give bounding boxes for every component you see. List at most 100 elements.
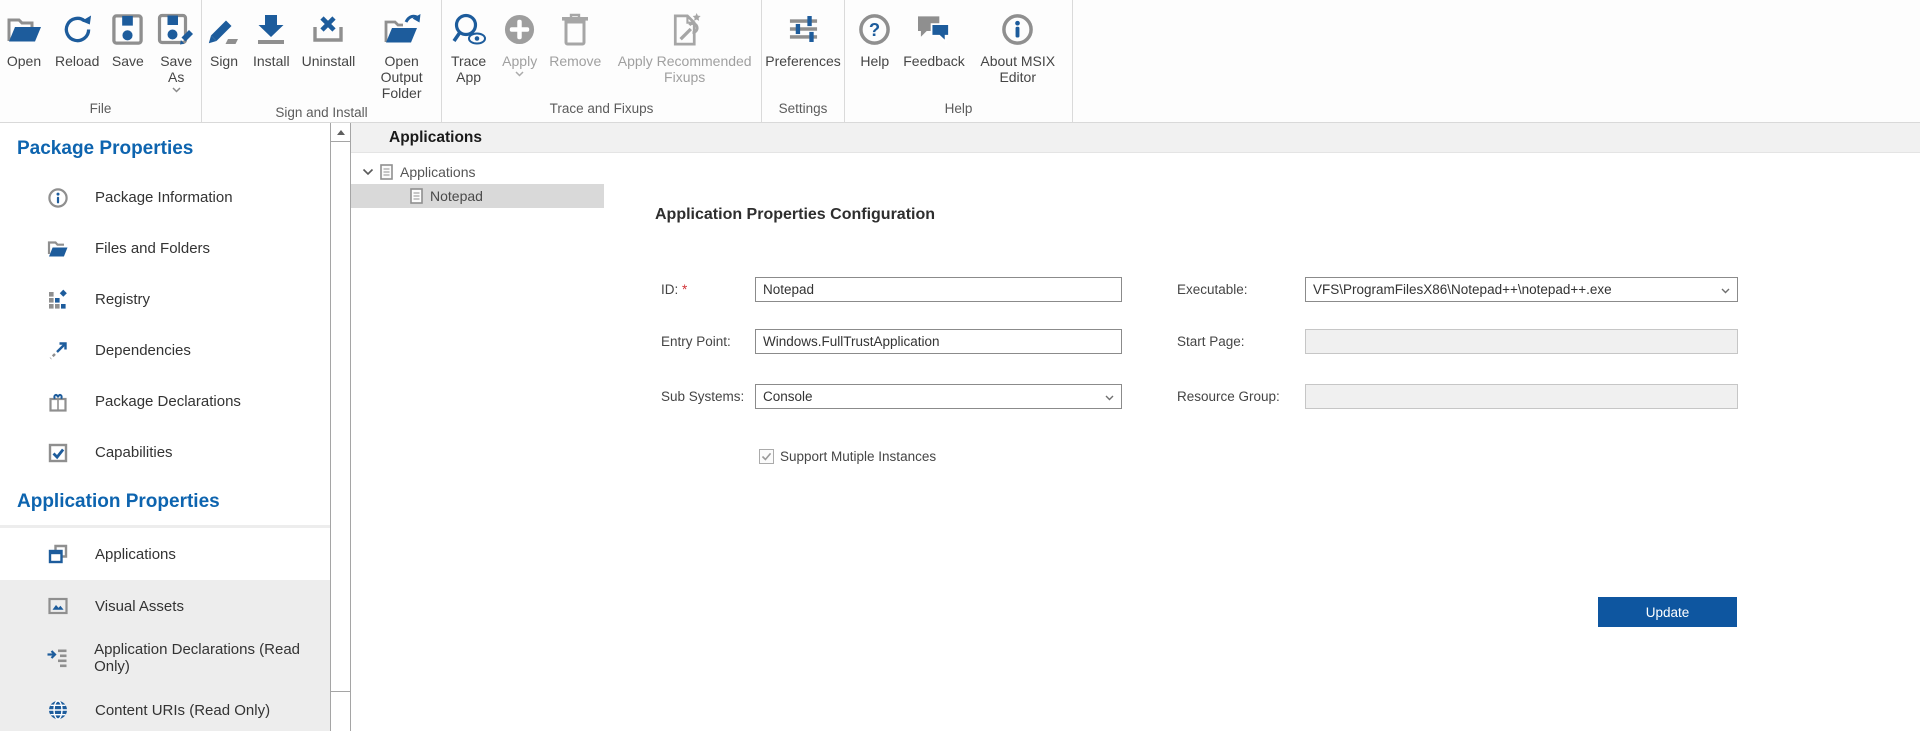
sidebar-item-files-and-folders[interactable]: Files and Folders bbox=[0, 223, 330, 274]
sidebar-scrollbar[interactable] bbox=[330, 123, 351, 731]
ribbon-group-label-sign-and-install: Sign and Install bbox=[202, 103, 441, 123]
trace-app-button[interactable]: Trace App bbox=[442, 5, 495, 87]
save-button[interactable]: Save bbox=[106, 5, 149, 71]
ribbon-group-sign-and-install: Sign Install Uninstall Open Output Folde… bbox=[202, 0, 442, 122]
install-arrow-icon bbox=[255, 7, 287, 51]
sidebar-item-applications[interactable]: Applications bbox=[0, 528, 330, 580]
update-button[interactable]: Update bbox=[1598, 597, 1737, 627]
ribbon-group-file-buttons: Open Reload Save Save As bbox=[0, 5, 201, 95]
sidebar-item-application-declarations[interactable]: Application Declarations (Read Only) bbox=[0, 632, 330, 684]
resource-group-input bbox=[1305, 384, 1738, 409]
install-button-label: Install bbox=[253, 53, 290, 69]
ribbon-spacer bbox=[1073, 0, 1920, 122]
uninstall-button[interactable]: Uninstall bbox=[297, 5, 361, 71]
section-heading-application-properties: Application Properties bbox=[0, 478, 330, 525]
open-output-folder-icon bbox=[383, 7, 421, 51]
content-header-title: Applications bbox=[351, 123, 1920, 153]
save-as-button[interactable]: Save As bbox=[151, 5, 201, 95]
sub-systems-label: Sub Systems: bbox=[661, 384, 744, 409]
open-output-folder-button-label: Open Output Folder bbox=[367, 53, 436, 101]
sub-systems-combobox[interactable]: Console bbox=[755, 384, 1122, 409]
apply-plus-icon bbox=[503, 7, 536, 51]
id-input[interactable] bbox=[755, 277, 1122, 302]
dropdown-chevron-icon bbox=[515, 71, 524, 77]
install-button[interactable]: Install bbox=[248, 5, 295, 71]
sub-systems-value: Console bbox=[763, 389, 813, 404]
feedback-bubbles-icon bbox=[915, 7, 952, 51]
open-button-label: Open bbox=[7, 53, 41, 69]
scrollbar-thumb[interactable] bbox=[331, 144, 350, 692]
apply-recommended-fixups-button[interactable]: Apply Recommended Fixups bbox=[608, 5, 761, 87]
list-arrow-icon bbox=[46, 647, 68, 669]
sidebar-item-dependencies[interactable]: Dependencies bbox=[0, 325, 330, 376]
feedback-button[interactable]: Feedback bbox=[898, 5, 969, 71]
triangle-up-icon bbox=[336, 129, 346, 136]
sidebar-item-package-declarations[interactable]: Package Declarations bbox=[0, 376, 330, 427]
ribbon-group-label-trace-and-fixups: Trace and Fixups bbox=[442, 99, 761, 122]
ribbon-group-help: ? Help Feedback About MSIX Editor Help bbox=[845, 0, 1073, 122]
ribbon-group-label-file: File bbox=[0, 99, 201, 122]
dropdown-chevron-icon bbox=[172, 87, 181, 93]
remove-button[interactable]: Remove bbox=[544, 5, 606, 71]
sidebar-item-visual-assets[interactable]: Visual Assets bbox=[0, 580, 330, 632]
preferences-button[interactable]: Preferences bbox=[760, 5, 845, 71]
sidebar-item-label: Package Declarations bbox=[95, 393, 241, 410]
image-icon bbox=[46, 595, 69, 617]
support-multiple-instances-checkbox[interactable]: Support Mutiple Instances bbox=[759, 449, 936, 464]
tree-node-notepad[interactable]: Notepad bbox=[351, 184, 604, 208]
resource-group-label: Resource Group: bbox=[1177, 384, 1280, 409]
entry-point-input[interactable] bbox=[755, 329, 1122, 354]
scroll-up-button[interactable] bbox=[331, 123, 350, 142]
executable-value: VFS\ProgramFilesX86\Notepad++\notepad++.… bbox=[1313, 282, 1612, 297]
check-icon bbox=[761, 452, 772, 461]
chevron-expanded-icon[interactable] bbox=[362, 168, 374, 176]
reload-icon bbox=[62, 7, 93, 51]
sidebar-item-content-uris[interactable]: Content URIs (Read Only) bbox=[0, 684, 330, 731]
help-question-icon: ? bbox=[858, 7, 891, 51]
tree-node-applications[interactable]: Applications bbox=[351, 160, 617, 184]
sidebar-item-label: Dependencies bbox=[95, 342, 191, 359]
sidebar-item-label: Visual Assets bbox=[95, 598, 184, 615]
ribbon-group-label-help: Help bbox=[845, 99, 1072, 122]
tree-node-label: Notepad bbox=[430, 188, 483, 204]
open-button[interactable]: Open bbox=[0, 5, 48, 71]
gift-box-icon bbox=[46, 391, 69, 413]
globe-icon bbox=[46, 699, 69, 721]
about-info-icon bbox=[1001, 7, 1034, 51]
folder-icon bbox=[46, 238, 69, 260]
applications-tree: Applications Notepad bbox=[351, 154, 617, 731]
sidebar-item-label: Application Declarations (Read Only) bbox=[94, 641, 330, 675]
registry-grid-icon bbox=[46, 289, 69, 311]
entry-point-label: Entry Point: bbox=[661, 329, 731, 354]
ribbon-group-trace-buttons: Trace App Apply Remove bbox=[442, 5, 761, 87]
application-properties-form: Application Properties Configuration ID:… bbox=[617, 154, 1920, 731]
trace-app-button-label: Trace App bbox=[447, 53, 490, 85]
executable-label: Executable: bbox=[1177, 277, 1248, 302]
apply-button-label: Apply bbox=[502, 53, 537, 69]
sidebar-item-package-information[interactable]: Package Information bbox=[0, 172, 330, 223]
sidebar-item-label: Applications bbox=[95, 546, 176, 563]
help-button[interactable]: ? Help bbox=[853, 5, 896, 71]
id-label-text: ID: bbox=[661, 282, 678, 297]
navigation-sidebar: Package Properties Package Information F… bbox=[0, 124, 330, 731]
trace-app-magnifier-icon bbox=[451, 7, 487, 51]
feedback-button-label: Feedback bbox=[903, 53, 964, 69]
open-output-folder-button[interactable]: Open Output Folder bbox=[362, 5, 441, 103]
ribbon-group-trace-and-fixups: Trace App Apply Remove bbox=[442, 0, 762, 122]
apply-button[interactable]: Apply bbox=[497, 5, 542, 79]
required-asterisk: * bbox=[682, 282, 687, 297]
about-msix-editor-button[interactable]: About MSIX Editor bbox=[972, 5, 1064, 87]
reload-button[interactable]: Reload bbox=[50, 5, 104, 71]
content-header: Applications bbox=[351, 123, 1920, 153]
executable-combobox[interactable]: VFS\ProgramFilesX86\Notepad++\notepad++.… bbox=[1305, 277, 1738, 302]
sidebar-item-registry[interactable]: Registry bbox=[0, 274, 330, 325]
save-as-button-label: Save As bbox=[156, 53, 196, 85]
sidebar-item-capabilities[interactable]: Capabilities bbox=[0, 427, 330, 478]
info-circle-icon bbox=[46, 187, 69, 209]
svg-text:?: ? bbox=[869, 18, 880, 39]
ribbon-group-file: Open Reload Save Save As bbox=[0, 0, 202, 122]
ribbon-group-settings-buttons: Preferences bbox=[762, 5, 844, 71]
sign-button[interactable]: Sign bbox=[202, 5, 246, 71]
about-msix-editor-button-label: About MSIX Editor bbox=[977, 53, 1059, 85]
ribbon-group-help-buttons: ? Help Feedback About MSIX Editor bbox=[845, 5, 1072, 87]
